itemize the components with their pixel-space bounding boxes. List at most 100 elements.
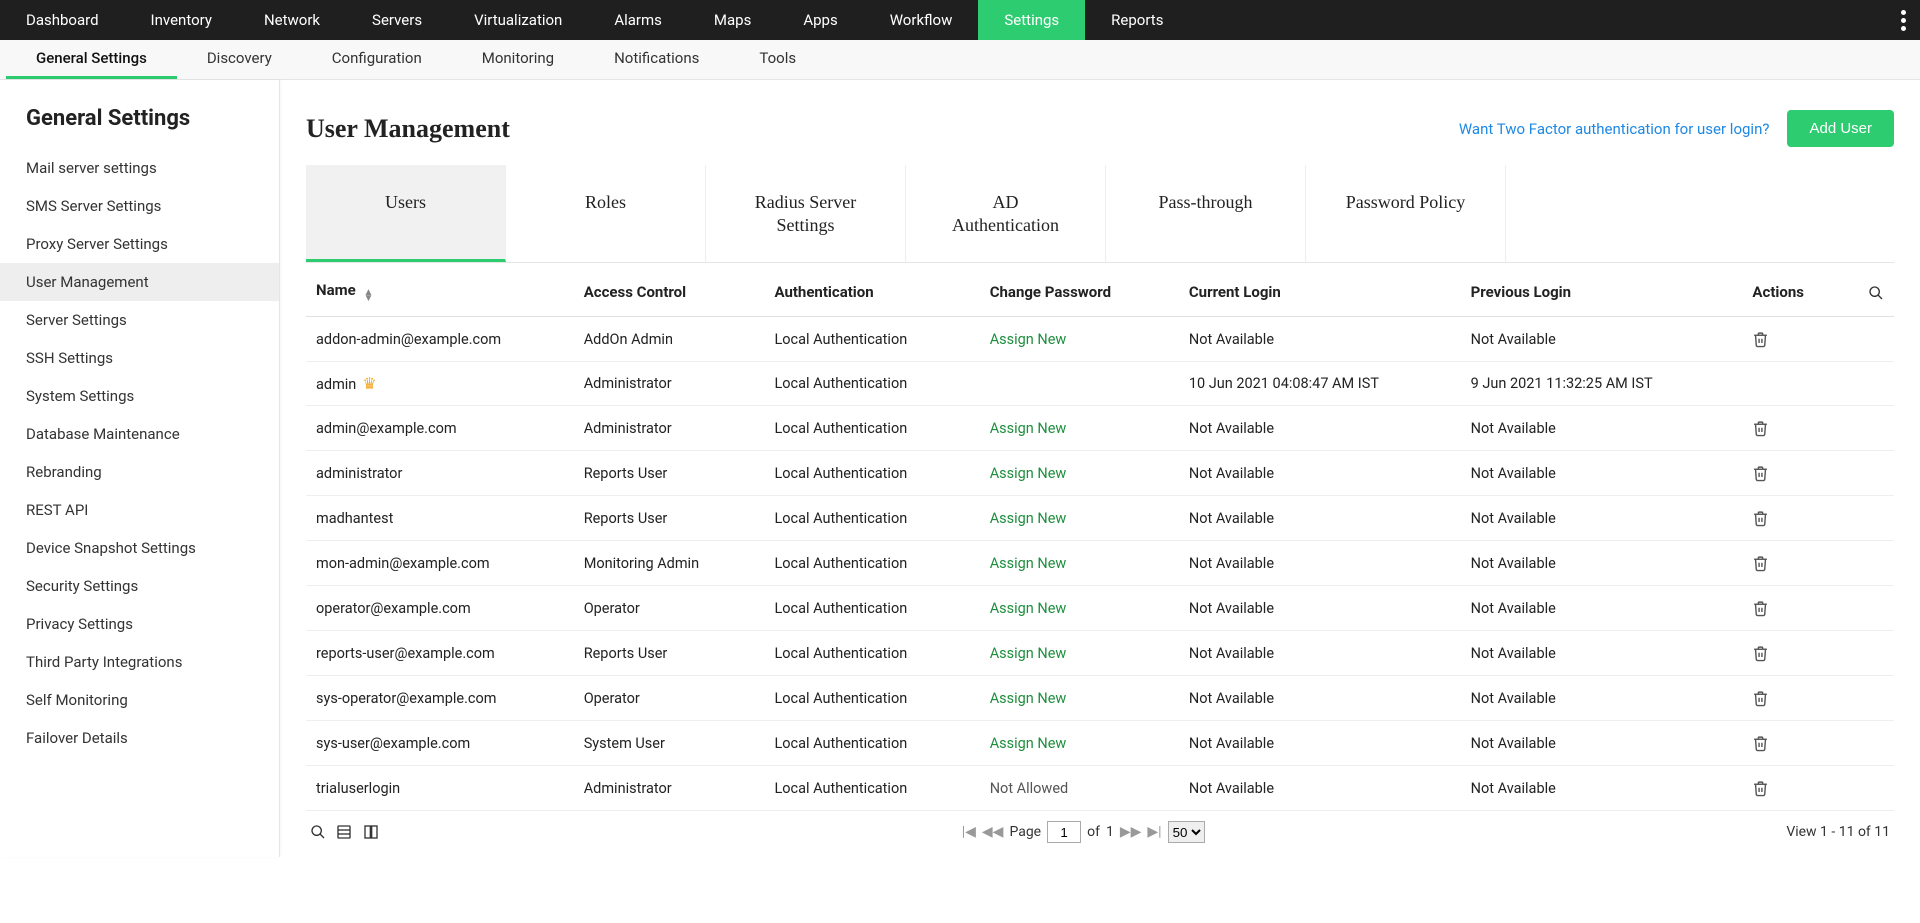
page-title: User Management bbox=[306, 114, 510, 144]
topnav-item-network[interactable]: Network bbox=[238, 0, 346, 40]
cell-auth: Local Authentication bbox=[764, 541, 979, 586]
tab-password-policy[interactable]: Password Policy bbox=[1306, 165, 1506, 262]
topnav-item-servers[interactable]: Servers bbox=[346, 0, 448, 40]
cell-current: Not Available bbox=[1179, 721, 1461, 766]
export-icon[interactable] bbox=[362, 824, 380, 840]
subnav-item-notifications[interactable]: Notifications bbox=[584, 40, 729, 79]
cell-change[interactable]: Assign New bbox=[980, 676, 1179, 721]
delete-icon[interactable] bbox=[1752, 329, 1769, 349]
footer-search-icon[interactable] bbox=[310, 824, 326, 840]
table-row: addon-admin@example.comAddOn AdminLocal … bbox=[306, 317, 1894, 362]
sidebar-item-server-settings[interactable]: Server Settings bbox=[0, 301, 279, 339]
delete-icon[interactable] bbox=[1752, 733, 1769, 753]
next-page-button[interactable]: ▶▶ bbox=[1120, 824, 1142, 840]
tab-roles[interactable]: Roles bbox=[506, 165, 706, 262]
total-pages: 1 bbox=[1106, 824, 1114, 840]
delete-icon[interactable] bbox=[1752, 508, 1769, 528]
tab-ad[interactable]: AD Authentication bbox=[906, 165, 1106, 262]
topnav-item-apps[interactable]: Apps bbox=[777, 0, 863, 40]
sidebar-item-privacy-settings[interactable]: Privacy Settings bbox=[0, 605, 279, 643]
cell-previous: Not Available bbox=[1461, 496, 1743, 541]
cell-name: trialuserlogin bbox=[306, 766, 574, 811]
cell-change[interactable]: Assign New bbox=[980, 496, 1179, 541]
page-size-select[interactable]: 50 bbox=[1168, 821, 1205, 843]
cell-change[interactable]: Assign New bbox=[980, 317, 1179, 362]
sidebar-item-rest-api[interactable]: REST API bbox=[0, 491, 279, 529]
topnav-item-virtualization[interactable]: Virtualization bbox=[448, 0, 588, 40]
delete-icon[interactable] bbox=[1752, 598, 1769, 618]
cell-auth: Local Authentication bbox=[764, 406, 979, 451]
cell-previous: Not Available bbox=[1461, 586, 1743, 631]
sidebar-item-mail-server-settings[interactable]: Mail server settings bbox=[0, 149, 279, 187]
subnav-item-configuration[interactable]: Configuration bbox=[302, 40, 452, 79]
delete-icon[interactable] bbox=[1752, 778, 1769, 798]
sidebar-item-database-maintenance[interactable]: Database Maintenance bbox=[0, 415, 279, 453]
last-page-button[interactable]: ▶| bbox=[1147, 824, 1161, 840]
topnav-item-workflow[interactable]: Workflow bbox=[864, 0, 979, 40]
prev-page-button[interactable]: ◀◀ bbox=[982, 824, 1004, 840]
sidebar-item-proxy-server-settings[interactable]: Proxy Server Settings bbox=[0, 225, 279, 263]
cell-name: admin@example.com bbox=[306, 406, 574, 451]
search-icon[interactable] bbox=[1868, 285, 1884, 301]
topnav-item-reports[interactable]: Reports bbox=[1085, 0, 1189, 40]
kebab-menu-icon[interactable] bbox=[1901, 0, 1906, 40]
cell-actions bbox=[1742, 676, 1843, 721]
sidebar-item-system-settings[interactable]: System Settings bbox=[0, 377, 279, 415]
cell-access: Administrator bbox=[574, 362, 765, 406]
sort-icon[interactable]: ▲▼ bbox=[363, 290, 373, 302]
tab-users[interactable]: Users bbox=[306, 165, 506, 262]
topnav-item-alarms[interactable]: Alarms bbox=[588, 0, 688, 40]
delete-icon[interactable] bbox=[1752, 688, 1769, 708]
cell-change[interactable]: Assign New bbox=[980, 586, 1179, 631]
cell-change[interactable]: Assign New bbox=[980, 406, 1179, 451]
subnav-item-monitoring[interactable]: Monitoring bbox=[452, 40, 584, 79]
cell-change[interactable]: Assign New bbox=[980, 631, 1179, 676]
topnav-item-maps[interactable]: Maps bbox=[688, 0, 777, 40]
delete-icon[interactable] bbox=[1752, 463, 1769, 483]
col-name[interactable]: Name ▲▼ bbox=[306, 267, 574, 317]
cell-previous: Not Available bbox=[1461, 451, 1743, 496]
subnav-item-general-settings[interactable]: General Settings bbox=[6, 40, 177, 79]
col-current[interactable]: Current Login bbox=[1179, 267, 1461, 317]
sidebar-item-failover-details[interactable]: Failover Details bbox=[0, 719, 279, 757]
sidebar-item-security-settings[interactable]: Security Settings bbox=[0, 567, 279, 605]
tab-radius-server[interactable]: Radius Server Settings bbox=[706, 165, 906, 262]
topnav-item-dashboard[interactable]: Dashboard bbox=[0, 0, 125, 40]
page-input[interactable] bbox=[1047, 821, 1081, 843]
col-auth[interactable]: Authentication bbox=[764, 267, 979, 317]
sidebar-item-sms-server-settings[interactable]: SMS Server Settings bbox=[0, 187, 279, 225]
cell-change[interactable]: Assign New bbox=[980, 541, 1179, 586]
sidebar-item-ssh-settings[interactable]: SSH Settings bbox=[0, 339, 279, 377]
col-access[interactable]: Access Control bbox=[574, 267, 765, 317]
first-page-button[interactable]: |◀ bbox=[962, 824, 976, 840]
table-row: admin♛AdministratorLocal Authentication1… bbox=[306, 362, 1894, 406]
table-row: trialuserloginAdministratorLocal Authent… bbox=[306, 766, 1894, 811]
delete-icon[interactable] bbox=[1752, 418, 1769, 438]
users-table: Name ▲▼ Access Control Authentication Ch… bbox=[306, 267, 1894, 811]
crown-icon: ♛ bbox=[362, 374, 376, 393]
cell-change[interactable]: Assign New bbox=[980, 721, 1179, 766]
sidebar-item-third-party-integrations[interactable]: Third Party Integrations bbox=[0, 643, 279, 681]
delete-icon[interactable] bbox=[1752, 553, 1769, 573]
subnav-item-tools[interactable]: Tools bbox=[729, 40, 826, 79]
topnav-item-settings[interactable]: Settings bbox=[978, 0, 1085, 40]
sidebar-item-device-snapshot-settings[interactable]: Device Snapshot Settings bbox=[0, 529, 279, 567]
cell-access: Reports User bbox=[574, 451, 765, 496]
sidebar-item-rebranding[interactable]: Rebranding bbox=[0, 453, 279, 491]
col-previous[interactable]: Previous Login bbox=[1461, 267, 1743, 317]
delete-icon[interactable] bbox=[1752, 643, 1769, 663]
topnav-item-inventory[interactable]: Inventory bbox=[125, 0, 238, 40]
col-change[interactable]: Change Password bbox=[980, 267, 1179, 317]
cell-change[interactable]: Assign New bbox=[980, 451, 1179, 496]
sidebar-item-user-management[interactable]: User Management bbox=[0, 263, 279, 301]
two-factor-link[interactable]: Want Two Factor authentication for user … bbox=[1459, 120, 1770, 138]
table-search[interactable] bbox=[1843, 267, 1894, 317]
tab-pass-through[interactable]: Pass-through bbox=[1106, 165, 1306, 262]
tabs: UsersRolesRadius Server SettingsAD Authe… bbox=[306, 165, 1894, 263]
cell-access: Administrator bbox=[574, 766, 765, 811]
main-content: User Management Want Two Factor authenti… bbox=[280, 80, 1920, 857]
sidebar-item-self-monitoring[interactable]: Self Monitoring bbox=[0, 681, 279, 719]
columns-icon[interactable] bbox=[336, 824, 352, 840]
add-user-button[interactable]: Add User bbox=[1787, 110, 1894, 147]
subnav-item-discovery[interactable]: Discovery bbox=[177, 40, 302, 79]
